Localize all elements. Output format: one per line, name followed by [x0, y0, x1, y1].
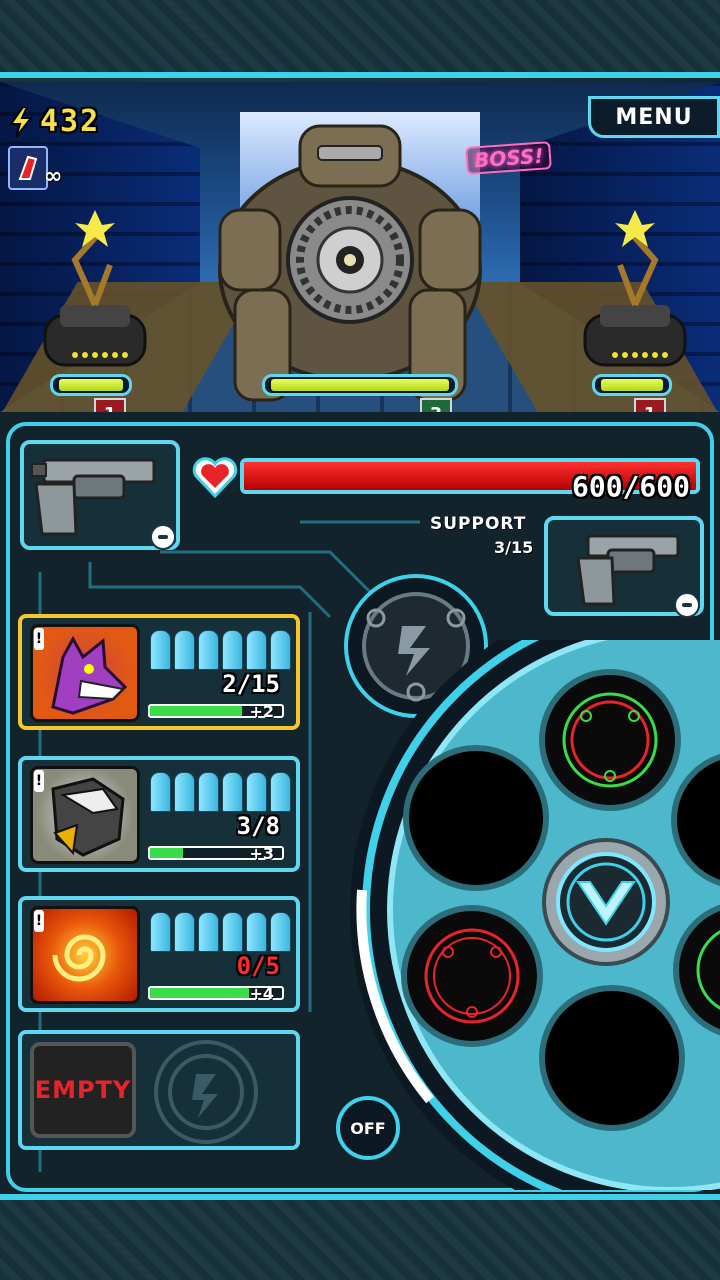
support-label: SUPPORT [430, 514, 527, 534]
boss-indicator: BOSS! [465, 141, 553, 175]
unit-1-bullets [150, 630, 291, 670]
unit-2-ammo: 3/8 [236, 812, 280, 840]
game-screen: 432 ∞ MENU BOSS! 1 3 1 [0, 0, 720, 1280]
empty-slot-label: EMPTY [30, 1042, 136, 1138]
support-count: 3/15 [494, 538, 534, 557]
fire-vortex-portrait [30, 906, 140, 1004]
player-hp: 600/600 [190, 452, 706, 504]
unit-3-ammo: 0/5 [236, 952, 280, 980]
right-turret-enemy[interactable] [580, 205, 690, 375]
unit-card-1[interactable]: ! 2/15 +2 [18, 614, 300, 730]
chamber-empty-bottom [539, 985, 685, 1131]
left-turret-hp-bar [50, 374, 132, 396]
revolver-cylinder[interactable] [340, 640, 720, 1190]
unit-1-ammo: 2/15 [222, 670, 280, 698]
eagle-portrait [30, 766, 140, 864]
menu-button[interactable]: MENU [588, 96, 720, 138]
unit-2-reload-fill [150, 848, 183, 858]
auto-off-button[interactable]: OFF [336, 1096, 400, 1160]
boss-hp-bar [262, 374, 458, 396]
wolf-portrait [30, 624, 140, 722]
energy-value: 432 [40, 104, 101, 139]
empty-emblem-icon [154, 1040, 258, 1144]
unit-2-reload-bonus: +3 [249, 844, 274, 863]
empty-unit-slot[interactable]: EMPTY [18, 1030, 300, 1150]
heart-icon [192, 457, 238, 498]
ticket-count: ∞ [44, 164, 63, 189]
unit-card-3[interactable]: ! 0/5 +4 [18, 896, 300, 1012]
unit-1-reload-bonus: +2 [249, 702, 274, 721]
energy-counter: 432 [8, 104, 100, 139]
bottom-frame [0, 1200, 720, 1280]
left-turret-hp-fill [59, 379, 123, 391]
gun-ticket-icon [8, 146, 48, 190]
unit-card-2[interactable]: ! 3/8 +3 [18, 756, 300, 872]
unit-2-bullets [150, 772, 291, 812]
chamber-red-left [401, 905, 543, 1047]
unit-1-reload-fill [150, 706, 243, 716]
support-ammo-icon [674, 592, 700, 618]
fire-button [542, 838, 670, 966]
lightning-icon [9, 106, 34, 137]
left-turret-enemy[interactable] [40, 205, 150, 375]
unit-2-alert-icon: ! [34, 770, 44, 792]
unit-1-alert-icon: ! [34, 628, 44, 650]
unit-3-alert-icon: ! [34, 910, 44, 932]
chamber-green-top [539, 669, 681, 811]
chamber-empty-left-top [403, 745, 549, 891]
top-frame-line [0, 72, 720, 78]
boss-hp-fill [271, 379, 449, 391]
right-turret-hp-bar [592, 374, 672, 396]
top-frame [0, 0, 720, 76]
unit-3-bullets [150, 912, 291, 952]
player-hp-text: 600/600 [571, 470, 690, 503]
right-turret-hp-fill [601, 379, 663, 391]
unit-3-reload-bonus: +4 [249, 984, 274, 1003]
unit-3-reload-fill [150, 988, 249, 998]
main-gun-ammo-icon [150, 524, 176, 550]
